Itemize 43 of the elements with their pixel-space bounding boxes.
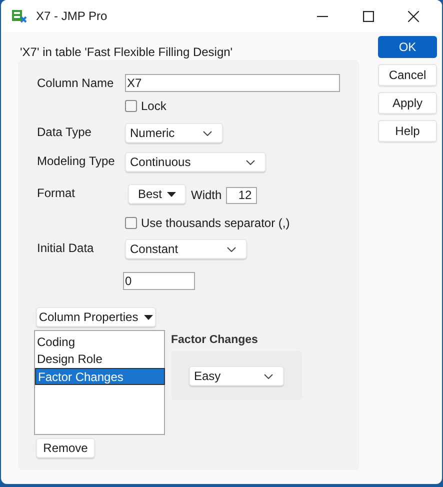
close-icon[interactable] <box>408 10 419 22</box>
window-title: X7 - JMP Pro <box>36 8 108 25</box>
dropdown[interactable]: Easy <box>189 366 284 386</box>
dropdown-value: Numeric <box>130 125 175 142</box>
width-field[interactable]: 12 <box>226 187 257 204</box>
chevron-icon <box>203 130 212 136</box>
caret-icon <box>167 192 176 196</box>
dropdown-value: Continuous <box>130 154 191 171</box>
field-label: Width <box>191 187 222 204</box>
checkbox-label: Lock <box>141 98 166 115</box>
dropdown[interactable]: Constant <box>125 239 247 259</box>
field-label: Data Type <box>37 124 92 141</box>
column-properties-button[interactable]: Column Properties <box>36 307 156 327</box>
checkbox-label: Use thousands separator (,) <box>141 215 290 232</box>
dialog-button[interactable]: Help <box>378 120 437 142</box>
chevron-icon <box>227 246 236 252</box>
list-item[interactable]: Coding <box>35 334 164 351</box>
dialog-button[interactable]: Apply <box>378 92 437 114</box>
column-name-field[interactable]: X7 <box>125 74 340 92</box>
format-button[interactable]: Best <box>128 184 186 204</box>
chevron-icon <box>246 160 255 164</box>
list-item[interactable]: Factor Changes <box>35 368 165 385</box>
property-title: Factor Changes <box>171 333 259 347</box>
remove-button[interactable]: Remove <box>36 438 95 458</box>
field-label: Column Name <box>37 75 115 92</box>
dialog-button[interactable]: OK <box>378 36 437 58</box>
constant-field[interactable]: 0 <box>123 272 195 290</box>
app-icon <box>11 8 27 24</box>
field-label: Modeling Type <box>37 153 116 170</box>
dialog-button[interactable]: Cancel <box>378 64 437 86</box>
checkbox[interactable] <box>125 217 137 229</box>
maximize-icon[interactable] <box>363 10 374 22</box>
field-label: Initial Data <box>37 240 95 257</box>
caret-icon <box>144 314 154 320</box>
list-item[interactable]: Design Role <box>35 351 164 368</box>
dialog-heading: 'X7' in table 'Fast Flexible Filling Design' <box>19 44 234 60</box>
checkbox[interactable] <box>125 100 137 112</box>
dropdown[interactable]: Continuous <box>125 152 266 172</box>
dropdown[interactable]: Numeric <box>125 123 223 143</box>
dropdown-value: Easy <box>194 368 221 385</box>
dropdown-value: Constant <box>130 241 178 258</box>
chevron-icon <box>264 374 273 378</box>
field-label: Format <box>37 185 76 202</box>
